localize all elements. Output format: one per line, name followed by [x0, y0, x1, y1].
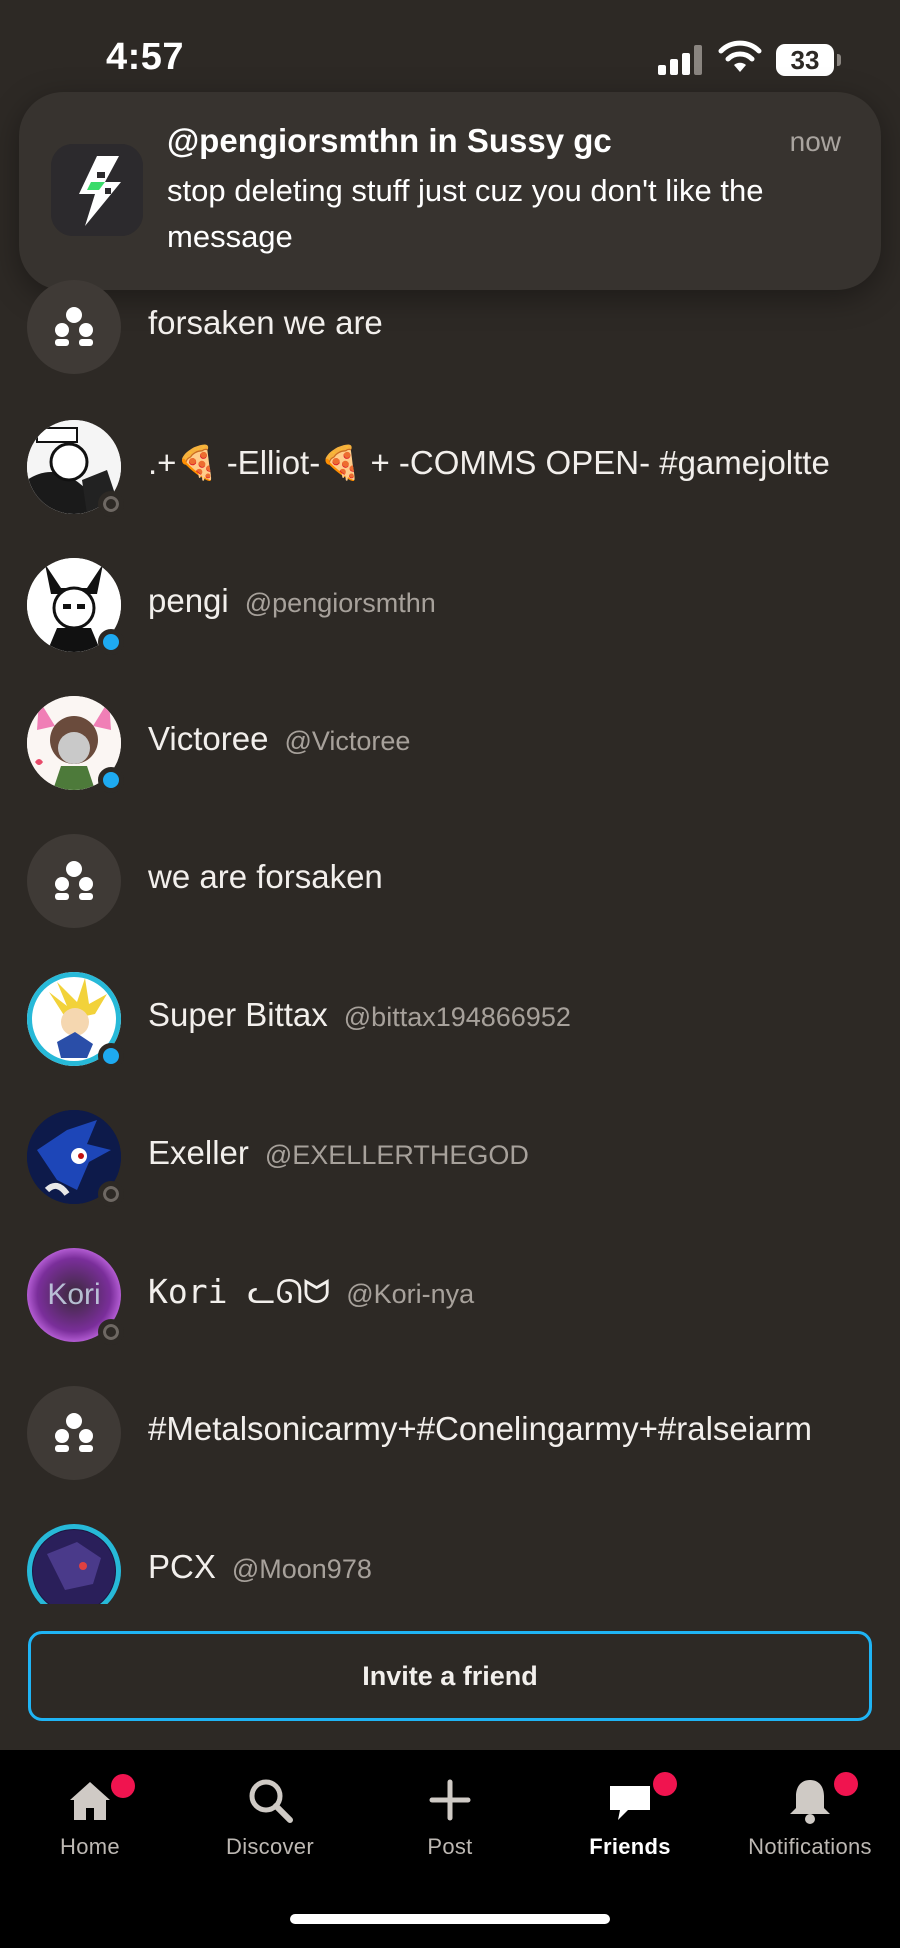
tab-notifications-label: Notifications	[748, 1834, 872, 1859]
group-icon	[55, 861, 93, 900]
wifi-icon	[718, 40, 762, 72]
online-status-dot	[98, 767, 124, 793]
friend-name: .+🍕 -Elliot-🍕 + -COMMS OPEN- #gamejoltte	[148, 444, 830, 481]
friend-handle: @EXELLERTHEGOD	[264, 1140, 529, 1170]
lightning-bolt-icon	[51, 144, 143, 236]
avatar	[27, 1524, 121, 1604]
list-item[interactable]: #Metalsonicarmy+#Conelingarmy+#ralseiarm	[0, 1386, 900, 1524]
bell-icon	[790, 1780, 830, 1824]
avatar	[27, 696, 124, 793]
home-icon	[70, 1782, 110, 1820]
friend-handle: @Moon978	[231, 1554, 372, 1584]
group-name: we are forsaken	[148, 858, 383, 895]
invite-friend-button[interactable]: Invite a friend	[28, 1631, 872, 1721]
tab-friends[interactable]: Friends	[540, 1750, 720, 1890]
avatar	[27, 972, 124, 1069]
search-icon	[249, 1779, 293, 1823]
notification-banner[interactable]: @pengiorsmthn in Sussy gc now stop delet…	[19, 92, 881, 290]
avatar	[27, 1110, 124, 1207]
friend-name-row: Kori ᓚᘏᗢ @Kori-nya	[148, 1272, 474, 1312]
list-item[interactable]: pengi @pengiorsmthn	[0, 558, 900, 696]
friend-handle: @Kori-nya	[346, 1279, 475, 1309]
tab-post[interactable]: Post	[360, 1750, 540, 1890]
tab-notifications[interactable]: Notifications	[720, 1750, 900, 1890]
svg-text:Kori: Kori	[47, 1278, 100, 1311]
battery-tip	[837, 54, 841, 66]
chat-bubble-icon	[610, 1786, 650, 1820]
list-item[interactable]: Kori Kori ᓚᘏᗢ @Kori-nya	[0, 1248, 900, 1386]
list-item[interactable]: Super Bittax @bittax194866952	[0, 972, 900, 1110]
friend-handle: @pengiorsmthn	[244, 588, 436, 618]
list-item[interactable]: Victoree @Victoree	[0, 696, 900, 834]
list-item[interactable]: forsaken we are	[0, 280, 900, 418]
friend-name: Kori ᓚᘏᗢ	[148, 1272, 331, 1311]
tab-bar: Home Discover Post Friends Notifications	[0, 1750, 900, 1948]
friend-name-row: PCX @Moon978	[148, 1548, 372, 1586]
friend-name: Exeller	[148, 1134, 249, 1171]
list-item[interactable]: .+🍕 -Elliot-🍕 + -COMMS OPEN- #gamejoltte	[0, 420, 900, 558]
avatar	[27, 558, 124, 655]
notifications-badge	[834, 1772, 858, 1796]
friend-name-row: Exeller @EXELLERTHEGOD	[148, 1134, 529, 1172]
plus-icon	[429, 1779, 471, 1821]
friend-name-row: pengi @pengiorsmthn	[148, 582, 436, 620]
tab-friends-label: Friends	[589, 1834, 671, 1859]
cellular-signal-icon	[658, 45, 704, 75]
friend-name: PCX	[148, 1548, 216, 1585]
tab-discover[interactable]: Discover	[180, 1750, 360, 1890]
offline-status-dot	[98, 1319, 124, 1345]
friend-name: pengi	[148, 582, 229, 619]
app-icon	[51, 144, 143, 236]
home-notification-badge	[111, 1774, 135, 1798]
tab-home-label: Home	[60, 1834, 120, 1859]
list-item[interactable]: Exeller @EXELLERTHEGOD	[0, 1110, 900, 1248]
tab-home[interactable]: Home	[0, 1750, 180, 1890]
friend-name-row: Victoree @Victoree	[148, 720, 410, 758]
friend-handle: @bittax194866952	[343, 1002, 571, 1032]
online-status-dot	[98, 629, 124, 655]
group-avatar	[27, 834, 121, 928]
group-name: forsaken we are	[148, 304, 383, 341]
group-avatar	[27, 1386, 121, 1480]
notification-time: now	[789, 126, 841, 157]
group-icon	[55, 307, 93, 346]
friend-name: Victoree	[148, 720, 269, 757]
group-icon	[55, 1413, 93, 1452]
friends-notification-badge	[653, 1772, 677, 1796]
battery-icon: 33	[776, 44, 834, 76]
group-avatar	[27, 280, 121, 374]
tab-post-label: Post	[427, 1834, 473, 1859]
avatar: Kori	[27, 1248, 124, 1345]
online-status-dot	[98, 1043, 124, 1069]
tab-discover-label: Discover	[226, 1834, 314, 1859]
friends-list[interactable]: forsaken we are .+🍕 -Elliot-🍕 + -COMMS O…	[0, 280, 900, 1604]
notification-body: stop deleting stuff just cuz you don't l…	[167, 173, 764, 254]
friend-handle: @Victoree	[284, 726, 411, 756]
home-indicator[interactable]	[290, 1914, 610, 1924]
offline-status-dot	[98, 491, 124, 517]
friend-name-row: Super Bittax @bittax194866952	[148, 996, 571, 1034]
status-time: 4:57	[106, 36, 185, 78]
offline-status-dot	[98, 1181, 124, 1207]
avatar	[27, 420, 124, 517]
list-item[interactable]: we are forsaken	[0, 834, 900, 972]
battery-level: 33	[790, 45, 820, 75]
list-item[interactable]: PCX @Moon978	[0, 1524, 900, 1604]
notification-title: @pengiorsmthn in Sussy gc	[167, 122, 612, 159]
friend-name: Super Bittax	[148, 996, 328, 1033]
group-name: #Metalsonicarmy+#Conelingarmy+#ralseiarm	[148, 1410, 812, 1447]
